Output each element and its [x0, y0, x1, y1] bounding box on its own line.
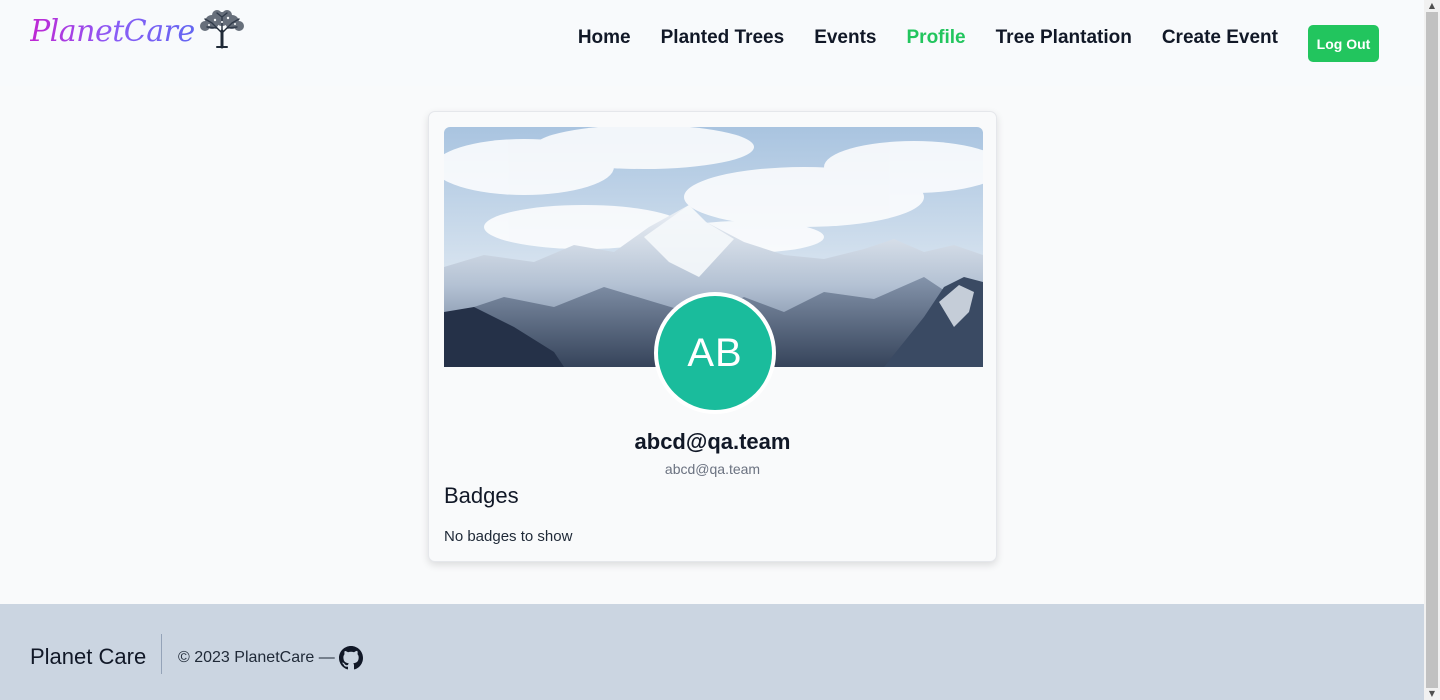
avatar: AB: [654, 292, 776, 414]
badges-heading: Badges: [444, 483, 519, 508]
avatar-initials: AB: [687, 330, 743, 375]
main-nav: Home Planted Trees Events Profile Tree P…: [578, 27, 1278, 49]
page-scrollbar[interactable]: ▲ ▼: [1424, 0, 1440, 700]
nav-profile[interactable]: Profile: [907, 27, 966, 49]
scroll-up-arrow-icon[interactable]: ▲: [1424, 0, 1440, 12]
profile-card: AB abcd@qa.team abcd@qa.team Badges No b…: [428, 111, 997, 562]
logout-button[interactable]: Log Out: [1308, 25, 1379, 62]
scroll-down-arrow-icon[interactable]: ▼: [1424, 688, 1440, 700]
site-header: PlanetCare Home Planted Trees Events Pro…: [0, 0, 1424, 86]
profile-name: abcd@qa.team: [634, 429, 791, 454]
github-icon[interactable]: [338, 646, 363, 670]
footer-copyright: © 2023 PlanetCare —: [178, 646, 363, 670]
nav-create-event[interactable]: Create Event: [1162, 27, 1278, 49]
nav-events[interactable]: Events: [814, 27, 876, 49]
footer-brand: Planet Care: [30, 644, 147, 669]
badges-empty-message: No badges to show: [444, 528, 573, 545]
nav-planted-trees[interactable]: Planted Trees: [661, 27, 785, 49]
site-footer: Planet Care © 2023 PlanetCare —: [0, 604, 1424, 700]
nav-tree-plantation[interactable]: Tree Plantation: [996, 27, 1132, 49]
footer-copyright-text: © 2023 PlanetCare —: [178, 649, 335, 666]
tree-icon: [199, 9, 244, 48]
nav-home[interactable]: Home: [578, 27, 631, 49]
brand-logo[interactable]: PlanetCare: [30, 9, 247, 49]
brand-logo-text: PlanetCare: [30, 14, 195, 49]
scroll-thumb[interactable]: [1426, 12, 1438, 688]
footer-divider: [161, 634, 162, 674]
profile-email: abcd@qa.team: [664, 461, 761, 477]
